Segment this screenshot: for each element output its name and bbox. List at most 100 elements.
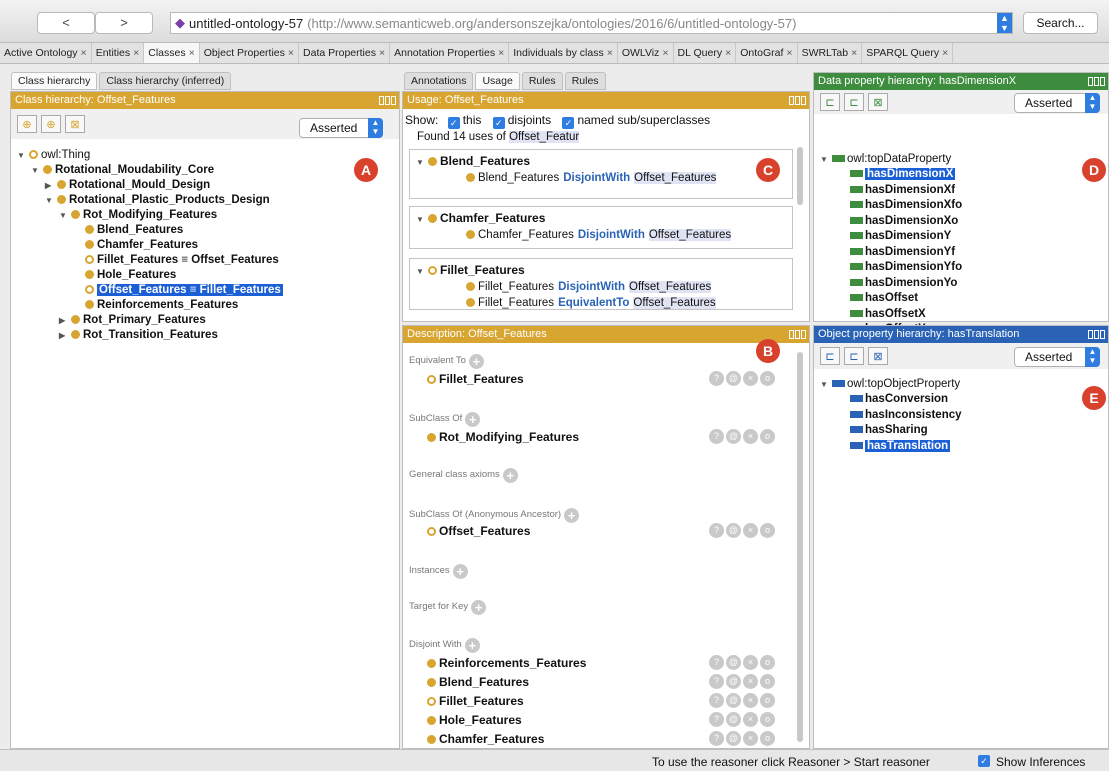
- usage-class-heading[interactable]: ▼ Fillet_Features: [416, 263, 525, 277]
- view-options-icon[interactable]: [789, 96, 806, 105]
- delete-property-icon[interactable]: ⊠: [868, 93, 888, 111]
- delete-icon[interactable]: ×: [743, 429, 758, 444]
- add-subproperty-icon[interactable]: ⊏: [820, 93, 840, 111]
- data-property-item[interactable]: hasOffset: [850, 291, 918, 305]
- class-tree-item[interactable]: ▼ owl:Thing: [17, 148, 90, 163]
- expand-toggle-icon[interactable]: ▼: [820, 378, 829, 392]
- close-tab-icon[interactable]: ×: [725, 43, 731, 63]
- tab-owlviz[interactable]: OWLViz ×: [618, 43, 674, 63]
- expand-toggle-icon[interactable]: ▶: [59, 314, 68, 328]
- delete-icon[interactable]: ×: [743, 523, 758, 538]
- explain-icon[interactable]: ?: [709, 693, 724, 708]
- explain-icon[interactable]: ?: [709, 674, 724, 689]
- class-tree-item[interactable]: ▶ Rot_Transition_Features: [59, 328, 218, 343]
- object-property-item[interactable]: hasInconsistency: [850, 408, 962, 422]
- annotate-icon[interactable]: @: [726, 371, 741, 386]
- delete-icon[interactable]: ×: [743, 655, 758, 670]
- view-options-icon[interactable]: [789, 330, 806, 339]
- expand-toggle-icon[interactable]: ▼: [416, 158, 425, 167]
- view-options-icon[interactable]: [1088, 77, 1105, 86]
- description-entry[interactable]: Reinforcements_Features: [427, 656, 586, 670]
- usage-axiom[interactable]: Fillet_Features EquivalentTo Offset_Featur…: [466, 297, 716, 309]
- add-equiv-icon[interactable]: +: [468, 354, 484, 369]
- back-button[interactable]: <: [37, 12, 95, 34]
- show-inferences-checkbox[interactable]: ✓: [978, 755, 990, 767]
- class-tree-item[interactable]: Reinforcements_Features: [73, 298, 238, 312]
- close-tab-icon[interactable]: ×: [607, 43, 613, 63]
- explain-icon[interactable]: ?: [709, 712, 724, 727]
- explain-icon[interactable]: ?: [709, 731, 724, 746]
- add-sibling-property-icon[interactable]: ⊏: [844, 347, 864, 365]
- data-property-item[interactable]: hasDimensionYf: [850, 245, 955, 259]
- tab-annotation-properties[interactable]: Annotation Properties ×: [390, 43, 510, 63]
- data-asserted-select[interactable]: Asserted ▲ ▼: [1014, 93, 1100, 113]
- this-checkbox[interactable]: ✓: [447, 117, 460, 129]
- edit-icon[interactable]: o: [760, 371, 775, 386]
- delete-icon[interactable]: ×: [743, 693, 758, 708]
- annotate-icon[interactable]: @: [726, 712, 741, 727]
- close-tab-icon[interactable]: ×: [786, 43, 792, 63]
- data-property-item[interactable]: hasDimensionXo: [850, 214, 958, 228]
- url-dropdown-icon[interactable]: ▲ ▼: [997, 13, 1012, 33]
- class-tree-item[interactable]: Offset_Features ≡ Fillet_Features: [73, 283, 283, 297]
- tab-ontograf[interactable]: OntoGraf ×: [736, 43, 798, 63]
- edit-icon[interactable]: o: [760, 655, 775, 670]
- usage-class-heading[interactable]: ▼ Chamfer_Features: [416, 211, 545, 225]
- class-tree-item[interactable]: ▶ Rot_Primary_Features: [59, 313, 206, 328]
- expand-toggle-icon[interactable]: ▼: [59, 209, 68, 223]
- add-subclass-icon[interactable]: +: [465, 412, 481, 427]
- close-tab-icon[interactable]: ×: [379, 43, 385, 63]
- add-gca-icon[interactable]: +: [502, 468, 518, 483]
- annotate-icon[interactable]: @: [726, 731, 741, 746]
- object-property-root[interactable]: ▼ owl:topObjectProperty: [820, 377, 960, 392]
- tab-active-ontology[interactable]: Active Ontology ×: [0, 43, 92, 63]
- tab-class-hierarchy[interactable]: Class hierarchy: [11, 72, 98, 90]
- tab-usage[interactable]: Usage: [475, 72, 520, 90]
- description-entry[interactable]: Fillet_Features: [427, 372, 524, 386]
- add-disjoint-icon[interactable]: +: [464, 638, 480, 653]
- tab-rules[interactable]: Rules: [521, 72, 563, 90]
- add-subproperty-icon[interactable]: ⊏: [820, 347, 840, 365]
- close-tab-icon[interactable]: ×: [189, 43, 195, 63]
- tab-object-properties[interactable]: Object Properties ×: [200, 43, 300, 63]
- expand-toggle-icon[interactable]: ▶: [59, 329, 68, 343]
- edit-icon[interactable]: o: [760, 693, 775, 708]
- class-tree-item[interactable]: ▼ Rotational_Moudability_Core: [31, 163, 214, 178]
- description-entry[interactable]: Blend_Features: [427, 675, 529, 689]
- usage-axiom[interactable]: Blend_Features DisjointWith Offset_Feature…: [466, 172, 717, 184]
- add-anon-icon[interactable]: +: [564, 508, 580, 523]
- class-tree-item[interactable]: Fillet_Features ≡ Offset_Features: [73, 253, 279, 267]
- annotate-icon[interactable]: @: [726, 655, 741, 670]
- close-tab-icon[interactable]: ×: [133, 43, 139, 63]
- delete-icon[interactable]: ×: [743, 371, 758, 386]
- object-property-item[interactable]: hasTranslation: [850, 439, 951, 453]
- data-property-item[interactable]: hasDimensionY: [850, 229, 951, 243]
- tab-sparql-query[interactable]: SPARQL Query ×: [862, 43, 954, 63]
- delete-property-icon[interactable]: ⊠: [868, 347, 888, 365]
- annotate-icon[interactable]: @: [726, 523, 741, 538]
- description-entry[interactable]: Fillet_Features: [427, 694, 524, 708]
- delete-icon[interactable]: ×: [743, 712, 758, 727]
- tab-rules[interactable]: Rules: [564, 72, 606, 90]
- expand-toggle-icon[interactable]: ▼: [17, 149, 26, 163]
- edit-icon[interactable]: o: [760, 523, 775, 538]
- description-scrollbar[interactable]: [797, 352, 803, 742]
- object-property-item[interactable]: hasConversion: [850, 392, 948, 406]
- search-button[interactable]: Search...: [1023, 12, 1098, 34]
- add-sibling-property-icon[interactable]: ⊏: [844, 93, 864, 111]
- class-tree-item[interactable]: ▼ Rot_Modifying_Features: [59, 208, 217, 223]
- close-tab-icon[interactable]: ×: [851, 43, 857, 63]
- usage-class-heading[interactable]: ▼ Blend_Features: [416, 154, 530, 168]
- delete-icon[interactable]: ×: [743, 731, 758, 746]
- edit-icon[interactable]: o: [760, 674, 775, 689]
- tab-individuals-by-class[interactable]: Individuals by class ×: [509, 43, 618, 63]
- class-tree-item[interactable]: ▼ Rotational_Plastic_Products_Design: [45, 193, 270, 208]
- tab-annotations[interactable]: Annotations: [404, 72, 474, 90]
- delete-icon[interactable]: ×: [743, 674, 758, 689]
- description-entry[interactable]: Chamfer_Features: [427, 732, 544, 746]
- close-tab-icon[interactable]: ×: [81, 43, 87, 63]
- close-tab-icon[interactable]: ×: [288, 43, 294, 63]
- expand-toggle-icon[interactable]: ▼: [31, 164, 40, 178]
- tab-dl-query[interactable]: DL Query ×: [674, 43, 737, 63]
- description-entry[interactable]: Rot_Modifying_Features: [427, 430, 579, 444]
